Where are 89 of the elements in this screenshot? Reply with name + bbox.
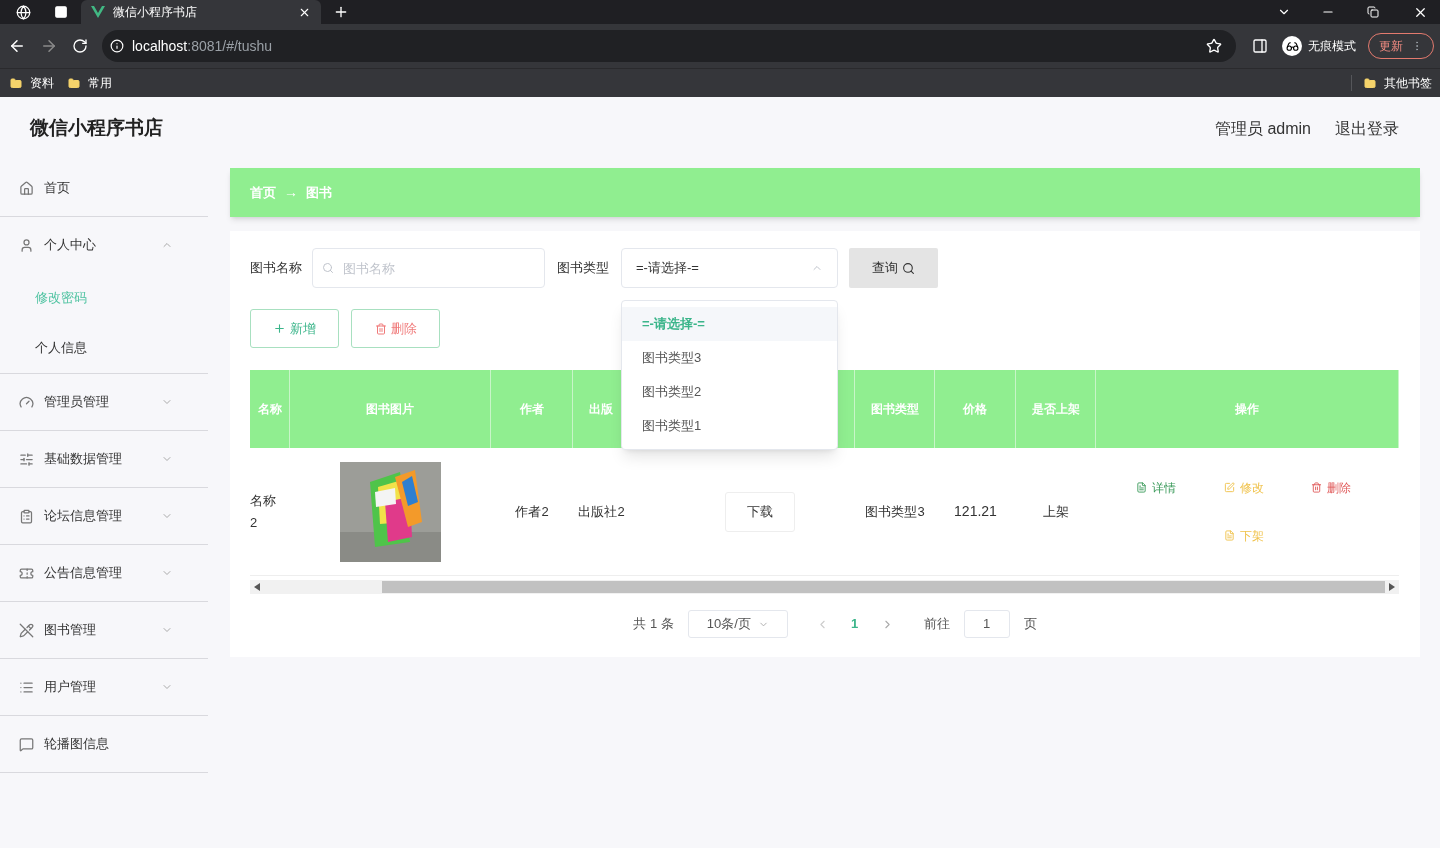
trash-icon	[374, 322, 387, 335]
edit-icon	[1223, 482, 1235, 493]
logout-link[interactable]: 退出登录	[1335, 116, 1399, 141]
table-cell-text: 上架	[1043, 502, 1069, 521]
field-label: 图书名称	[250, 259, 302, 278]
tab-title: 微信小程序书店	[113, 4, 198, 21]
home-icon	[19, 180, 34, 196]
info-icon[interactable]	[110, 39, 124, 53]
document-icon	[1223, 530, 1235, 541]
sidebar-item[interactable]: 首页	[0, 160, 208, 216]
folder-icon	[10, 76, 22, 90]
sidebar-item[interactable]: 轮播图信息	[0, 716, 208, 772]
browser-tab[interactable]: 微信小程序书店	[81, 0, 321, 24]
sidebar-item[interactable]: 用户管理	[0, 659, 208, 715]
search-icon	[322, 262, 334, 274]
gauge-icon	[19, 394, 34, 410]
dropdown-option[interactable]: 图书类型2	[622, 375, 837, 409]
clipboard-icon	[19, 508, 34, 524]
column-header: 出版	[589, 401, 613, 418]
trash-icon	[1311, 482, 1323, 493]
forward-icon[interactable]	[40, 37, 58, 55]
scroll-right-icon[interactable]	[1389, 583, 1395, 591]
page-size-select[interactable]: 10条/页	[687, 610, 788, 638]
bookmark[interactable]: 资料	[10, 74, 54, 92]
globe-icon[interactable]	[16, 4, 31, 20]
download-button[interactable]: 下载	[725, 491, 795, 532]
new-tab-icon[interactable]	[333, 4, 349, 20]
total-count: 共 1 条	[633, 615, 674, 634]
scroll-left-icon[interactable]	[254, 583, 260, 591]
bookmark[interactable]: 常用	[68, 74, 112, 92]
goto-suffix: 页	[1023, 615, 1037, 634]
goto-label: 前往	[923, 615, 950, 634]
dropdown-option[interactable]: 图书类型1	[622, 409, 837, 443]
incognito-label: 无痕模式	[1308, 38, 1356, 55]
vue-logo-icon	[91, 6, 105, 18]
sidebar-item[interactable]: 图书管理	[0, 602, 208, 658]
sidebar-item[interactable]: 管理员管理	[0, 374, 208, 430]
bookmark-label: 常用	[88, 75, 112, 92]
sidebar-item[interactable]: 公告信息管理	[0, 545, 208, 601]
message-icon	[19, 736, 34, 752]
goto-field[interactable]: 1	[963, 610, 1010, 638]
bookmark[interactable]: 其他书签	[1364, 74, 1432, 92]
breadcrumb-separator: →	[284, 183, 298, 202]
column-header: 图书类型	[870, 401, 919, 418]
pencil-icon	[19, 622, 34, 638]
details-icon	[1136, 482, 1147, 493]
table-cell-text: 作者2	[515, 502, 549, 521]
reload-icon[interactable]	[72, 38, 88, 54]
sidebar-item[interactable]: 个人中心	[0, 217, 208, 273]
user-label: 管理员 admin	[1214, 118, 1311, 139]
ticket-icon	[19, 565, 34, 581]
query-button[interactable]: 查询	[849, 248, 938, 288]
table-cell-text: 出版社2	[578, 502, 625, 521]
column-header: 作者	[519, 401, 544, 418]
column-header: 图书图片	[366, 401, 414, 418]
list-icon	[19, 679, 34, 695]
sidebar-subitem[interactable]: 个人信息	[0, 323, 208, 373]
star-icon[interactable]	[1206, 38, 1222, 54]
search-icon	[902, 261, 915, 275]
bookmark-label: 其他书签	[1384, 75, 1432, 92]
action-link[interactable]: 删除	[1311, 478, 1399, 497]
dropdown-option[interactable]: 图书类型3	[622, 341, 837, 375]
restore-icon[interactable]	[1367, 6, 1379, 18]
incognito-icon	[1282, 36, 1302, 56]
type-select[interactable]: =-请选择-=	[621, 248, 838, 288]
plus-icon	[273, 322, 286, 335]
action-link[interactable]: 详情	[1136, 478, 1224, 497]
app-title: 微信小程序书店	[30, 116, 163, 141]
sliders-icon	[19, 451, 34, 467]
user-icon	[19, 237, 34, 253]
tab-list-icon[interactable]	[53, 5, 69, 19]
folder-icon	[68, 76, 80, 90]
folder-icon	[1364, 76, 1376, 90]
sidebar-item[interactable]: 论坛信息管理	[0, 488, 208, 544]
search-field[interactable]: 图书名称	[312, 248, 545, 288]
bookmark-label: 资料	[30, 75, 54, 92]
side-panel-icon[interactable]	[1252, 38, 1268, 54]
horizontal-scrollbar[interactable]	[250, 580, 1399, 594]
column-header: 是否上架	[1031, 401, 1080, 418]
field-label: 图书类型	[557, 259, 609, 278]
table-cell-text: 图书类型3	[865, 502, 925, 521]
column-header: 价格	[963, 401, 987, 418]
column-header: 名称	[257, 401, 282, 418]
column-header: 操作	[1235, 401, 1259, 418]
sidebar-item[interactable]: 基础数据管理	[0, 431, 208, 487]
address-field[interactable]: localhost:8081/#/tushu	[102, 30, 1236, 62]
table-cell-text: 121.21	[954, 502, 997, 521]
table-cell-text: 名称2	[250, 491, 277, 532]
back-icon[interactable]	[8, 37, 26, 55]
